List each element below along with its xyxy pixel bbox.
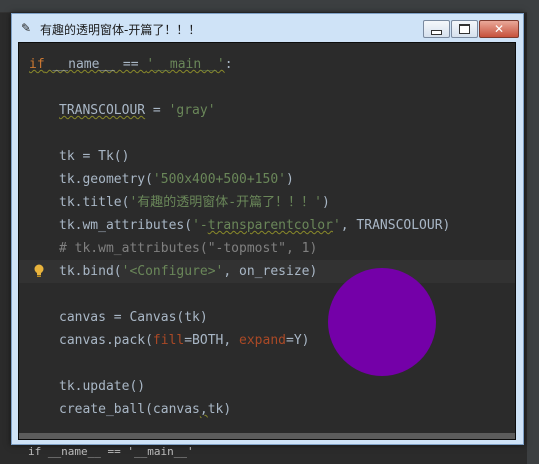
- code-line-11: tk.update(): [59, 379, 146, 394]
- minimize-button[interactable]: [423, 20, 450, 38]
- tk-window: ✎ 有趣的透明窗体-开篇了！！！ ✕ if __name__ == '__mai…: [11, 13, 524, 445]
- code-line-10: canvas.pack(fill=BOTH, expand=Y): [59, 333, 310, 348]
- code-line-9: canvas = Canvas(tk): [59, 310, 208, 325]
- code-line-8: tk.bind('<Configure>', on_resize): [59, 264, 318, 279]
- code-editor[interactable]: if __name__ == '__main__': TRANSCOLOUR =…: [19, 43, 515, 433]
- code-line-5: tk.title('有趣的透明窗体-开篇了！！！'): [59, 195, 330, 210]
- editor-top-strip: [0, 0, 539, 13]
- close-icon: ✕: [493, 22, 505, 36]
- editor-scroll-gutter: [527, 0, 539, 464]
- maximize-icon: [459, 24, 470, 34]
- minimize-icon: [431, 29, 442, 35]
- scrollbar-thumb[interactable]: [19, 433, 515, 439]
- code-line-3: tk = Tk(): [59, 149, 130, 164]
- code-line-6: tk.wm_attributes('-transparentcolor', TR…: [59, 218, 451, 233]
- close-button[interactable]: ✕: [479, 20, 519, 38]
- code-line-2: TRANSCOLOUR = 'gray': [59, 103, 216, 118]
- code-line-12: create_ball(canvas,tk): [59, 402, 232, 417]
- window-title: 有趣的透明窗体-开篇了！！！: [40, 23, 201, 37]
- horizontal-scrollbar[interactable]: [19, 433, 515, 439]
- code-line-4: tk.geometry('500x400+500+150'): [59, 172, 294, 187]
- lightbulb-icon[interactable]: [34, 264, 44, 278]
- purple-ball: [328, 268, 436, 376]
- maximize-button[interactable]: [451, 20, 478, 38]
- feather-icon: ✎: [21, 21, 32, 35]
- title-bar[interactable]: ✎ 有趣的透明窗体-开篇了！！！ ✕: [12, 14, 523, 42]
- breadcrumb[interactable]: if __name__ == '__main__': [28, 445, 194, 458]
- code-line-1: if __name__ == '__main__':: [29, 57, 233, 72]
- code-line-7: # tk.wm_attributes("-topmost", 1): [59, 241, 318, 256]
- tk-canvas[interactable]: if __name__ == '__main__': TRANSCOLOUR =…: [18, 42, 516, 440]
